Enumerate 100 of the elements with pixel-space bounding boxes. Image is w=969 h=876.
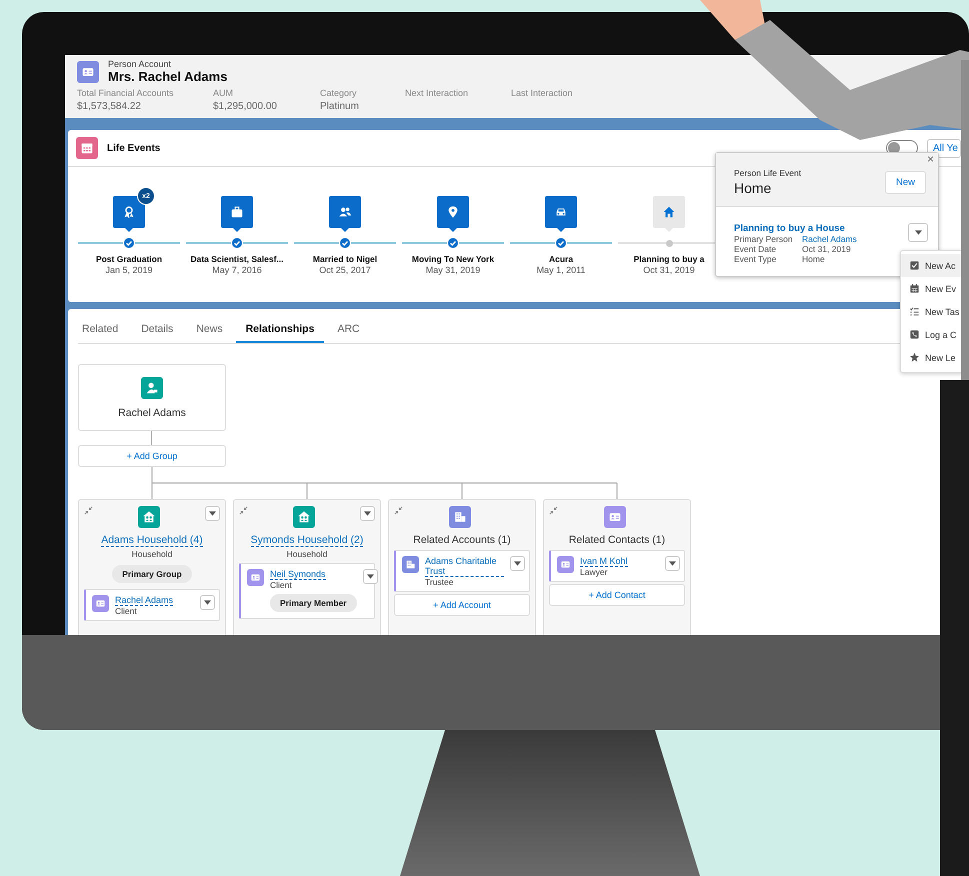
check-icon	[231, 237, 243, 249]
event-date: Oct 31, 2019	[643, 265, 695, 275]
dropdown-button[interactable]	[908, 223, 928, 242]
group-title: Related Contacts (1)	[568, 534, 666, 546]
people-icon	[338, 205, 352, 219]
status-badge: Primary Member	[270, 594, 357, 612]
task-list-icon	[909, 306, 920, 317]
dropdown-button[interactable]	[360, 506, 375, 521]
buildings-icon	[452, 510, 466, 524]
map-pin-icon	[446, 205, 460, 219]
event-label: Planning to buy a	[634, 254, 704, 264]
add-button[interactable]: + Add Account	[394, 594, 530, 616]
check-icon	[339, 237, 351, 249]
caret-icon	[366, 574, 374, 579]
buildings-icon	[405, 559, 416, 570]
member-link[interactable]: Ivan M Kohl	[580, 556, 628, 567]
new-button[interactable]: New	[884, 170, 926, 194]
group-link[interactable]: Adams Household (4)	[101, 534, 203, 547]
status-badge: Primary Group	[112, 565, 192, 583]
member-role: Client	[270, 580, 292, 590]
phone-icon	[909, 329, 920, 340]
card-title: Life Events	[107, 142, 160, 154]
step-dot	[666, 240, 672, 246]
group-title: Related Accounts (1)	[413, 534, 511, 546]
event-date: May 31, 2019	[426, 265, 480, 275]
checklist-icon	[909, 260, 920, 271]
group-type: Household	[286, 549, 328, 559]
tab[interactable]: Details	[131, 321, 184, 343]
dropdown-button[interactable]	[362, 569, 378, 584]
person-card[interactable]: Rachel Adams	[78, 364, 226, 431]
star-person-icon	[909, 352, 920, 363]
popover-subtitle: Person Life Event	[734, 168, 802, 178]
caret-icon	[514, 561, 521, 566]
menu-item-label: New Tas	[925, 306, 960, 316]
tab[interactable]: ARC	[327, 321, 370, 343]
menu-item[interactable]: Log a C	[901, 323, 969, 346]
field-label: Primary Person	[734, 234, 794, 244]
event-label: Moving To New York	[412, 254, 494, 264]
dropdown-button[interactable]	[205, 506, 220, 521]
dropdown-button[interactable]	[665, 556, 680, 571]
dropdown-button[interactable]	[510, 556, 525, 571]
menu-item[interactable]: New Ev	[901, 277, 969, 300]
field-label: Last Interaction	[511, 88, 573, 98]
contact-card-icon	[560, 559, 571, 570]
household-icon	[142, 510, 156, 524]
collapse-icon[interactable]	[394, 506, 403, 515]
menu-item[interactable]: New Le	[901, 346, 969, 369]
add-button[interactable]: + Add Contact	[549, 584, 685, 606]
event-label: Acura	[548, 254, 574, 264]
field-label: Total Financial Accounts	[77, 88, 175, 98]
caret-icon	[204, 600, 211, 605]
group-type: Household	[132, 549, 172, 559]
event-label: Data Scientist, Salesf...	[190, 254, 284, 264]
event-date: May 7, 2016	[212, 265, 262, 275]
event-date: May 1, 2011	[536, 265, 586, 275]
contact-card-icon	[250, 572, 261, 583]
member-link[interactable]: Neil Symonds	[270, 569, 326, 580]
field-label: AUM	[213, 88, 234, 98]
group-link[interactable]: Symonds Household (2)	[250, 534, 364, 547]
record-type: Person Account	[108, 59, 172, 69]
collapse-icon[interactable]	[549, 506, 558, 515]
add-group-button[interactable]: + Add Group	[78, 445, 226, 467]
event-date: Oct 25, 2017	[319, 265, 371, 275]
check-icon	[555, 237, 567, 249]
member-role: Client	[115, 606, 137, 616]
caret-icon	[914, 230, 922, 235]
calendar-icon	[76, 137, 98, 159]
field-value: Platinum	[320, 101, 360, 112]
field-label: Event Type	[734, 254, 778, 264]
briefcase-icon	[230, 205, 244, 219]
tab[interactable]: News	[186, 321, 233, 343]
event-label: Married to Nigel	[312, 254, 378, 264]
dropdown-button[interactable]	[200, 595, 215, 610]
award-ribbon-icon	[122, 205, 136, 219]
menu-item-label: Log a C	[925, 330, 957, 340]
check-icon	[447, 237, 459, 249]
member-link[interactable]: Adams Charitable Trust	[425, 556, 504, 577]
contact-card-icon	[95, 598, 106, 609]
check-icon	[123, 237, 135, 249]
field-link[interactable]: Rachel Adams	[802, 234, 908, 244]
caret-icon	[669, 561, 676, 566]
event-label: Post Graduation	[96, 254, 162, 264]
field-label: Category	[320, 88, 358, 98]
field-label: Next Interaction	[405, 88, 470, 98]
field-value: Oct 31, 2019	[802, 244, 852, 254]
tab[interactable]: Relationships	[236, 321, 324, 343]
field-value: $1,295,000.00	[213, 101, 278, 112]
menu-item[interactable]: New Tas	[901, 300, 969, 323]
collapse-icon[interactable]	[84, 506, 93, 515]
field-value: Home	[802, 254, 826, 264]
record-link[interactable]: Planning to buy a House	[734, 223, 908, 234]
tab[interactable]: Related	[78, 321, 128, 343]
calendar-icon	[909, 283, 920, 294]
event-date: Jan 5, 2019	[105, 265, 153, 275]
field-value: $1,573,584.22	[77, 101, 142, 112]
member-link[interactable]: Rachel Adams	[115, 595, 174, 606]
member-role: Trustee	[425, 577, 454, 587]
house-icon	[662, 205, 676, 219]
contact-card-icon	[608, 510, 622, 524]
collapse-icon[interactable]	[239, 506, 248, 515]
